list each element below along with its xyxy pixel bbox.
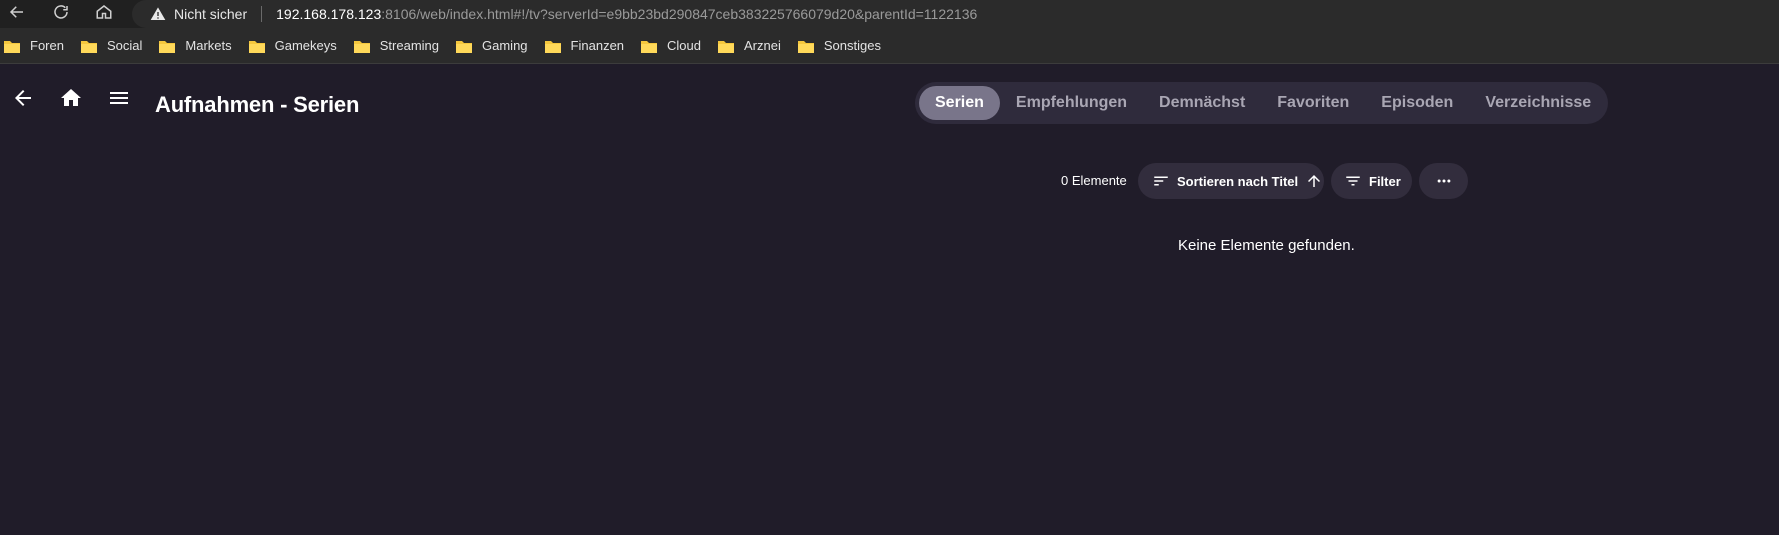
warning-icon — [150, 6, 166, 22]
arrow-up-icon — [1305, 172, 1323, 190]
empty-message: Keine Elemente gefunden. — [1178, 237, 1355, 254]
bookmark-item[interactable]: Markets — [158, 38, 232, 54]
bookmark-item[interactable]: Sonstiges — [797, 38, 881, 54]
tab-demn-chst[interactable]: Demnächst — [1143, 86, 1261, 120]
bookmark-label: Cloud — [667, 38, 701, 53]
home-icon — [59, 86, 83, 115]
folder-icon — [455, 38, 473, 54]
bookmark-item[interactable]: Arznei — [717, 38, 781, 54]
bookmark-item[interactable]: Gamekeys — [248, 38, 337, 54]
tab-serien[interactable]: Serien — [919, 86, 1000, 120]
bookmark-item[interactable]: Social — [80, 38, 142, 54]
tab-favoriten[interactable]: Favoriten — [1261, 86, 1365, 120]
bookmark-item[interactable]: Finanzen — [544, 38, 624, 54]
menu-button[interactable] — [101, 82, 137, 118]
url-host: 192.168.178.123 — [276, 6, 382, 22]
tabs-bar: Serien Empfehlungen Demnächst Favoriten Epis… — [915, 82, 1608, 124]
arrow-left-icon — [8, 3, 26, 26]
bookmark-label: Finanzen — [570, 38, 625, 53]
address-bar[interactable]: Nicht sicher 192.168.178.123:8106/web/in… — [132, 0, 1779, 28]
sort-icon — [1152, 172, 1170, 190]
bookmark-label: Foren — [30, 38, 64, 53]
bookmark-label: Streaming — [379, 38, 440, 53]
folder-icon — [640, 38, 658, 54]
tab-empfehlungen[interactable]: Empfehlungen — [1000, 86, 1143, 120]
sort-button[interactable]: Sortieren nach Titel — [1138, 163, 1324, 199]
more-horizontal-icon — [1435, 172, 1453, 190]
browser-back-button[interactable] — [0, 0, 34, 28]
folder-icon — [158, 38, 176, 54]
more-options-button[interactable] — [1419, 163, 1468, 199]
folder-icon — [353, 38, 371, 54]
folder-icon — [3, 38, 21, 54]
bookmark-label: Social — [106, 38, 143, 53]
filter-label: Filter — [1369, 173, 1401, 189]
browser-reload-button[interactable] — [44, 0, 78, 28]
bookmark-item[interactable]: Gaming — [455, 38, 528, 54]
folder-icon — [80, 38, 98, 54]
bookmark-item[interactable]: Cloud — [640, 38, 701, 54]
folder-icon — [797, 38, 815, 54]
app-header: Aufnahmen - Serien Serien Empfehlungen Dem… — [0, 64, 1779, 144]
bookmark-label: Arznei — [744, 38, 781, 53]
folder-icon — [544, 38, 562, 54]
page-title: Aufnahmen - Serien — [155, 92, 360, 117]
browser-home-button[interactable] — [87, 0, 121, 28]
bookmark-label: Gaming — [482, 38, 528, 53]
reload-icon — [52, 3, 70, 26]
bookmarks-bar: Foren Social Markets Gamekeys Streaming Gamin… — [0, 28, 1779, 64]
bookmark-label: Markets — [185, 38, 232, 53]
bookmark-label: Sonstiges — [823, 38, 881, 53]
filter-icon — [1344, 172, 1362, 190]
sort-label: Sortieren nach Titel — [1177, 173, 1299, 189]
url-path: :8106/web/index.html#!/tv?serverId=e9bb2… — [381, 6, 978, 22]
filter-button[interactable]: Filter — [1331, 163, 1412, 199]
back-arrow-icon — [11, 86, 35, 115]
browser-toolbar: Nicht sicher 192.168.178.123:8106/web/in… — [0, 0, 1779, 28]
folder-icon — [248, 38, 266, 54]
back-button[interactable] — [5, 82, 41, 118]
menu-icon — [107, 86, 131, 115]
bookmark-item[interactable]: Foren — [3, 38, 64, 54]
tab-verzeichnisse[interactable]: Verzeichnisse — [1469, 86, 1607, 120]
tab-episoden[interactable]: Episoden — [1365, 86, 1469, 120]
bookmark-item[interactable]: Streaming — [353, 38, 439, 54]
home-button[interactable] — [53, 82, 89, 118]
home-outline-icon — [95, 3, 113, 26]
item-count: 0 Elemente — [1061, 173, 1127, 188]
security-label[interactable]: Nicht sicher — [174, 6, 247, 22]
folder-icon — [717, 38, 735, 54]
bookmark-label: Gamekeys — [274, 38, 337, 53]
address-divider — [261, 6, 263, 22]
